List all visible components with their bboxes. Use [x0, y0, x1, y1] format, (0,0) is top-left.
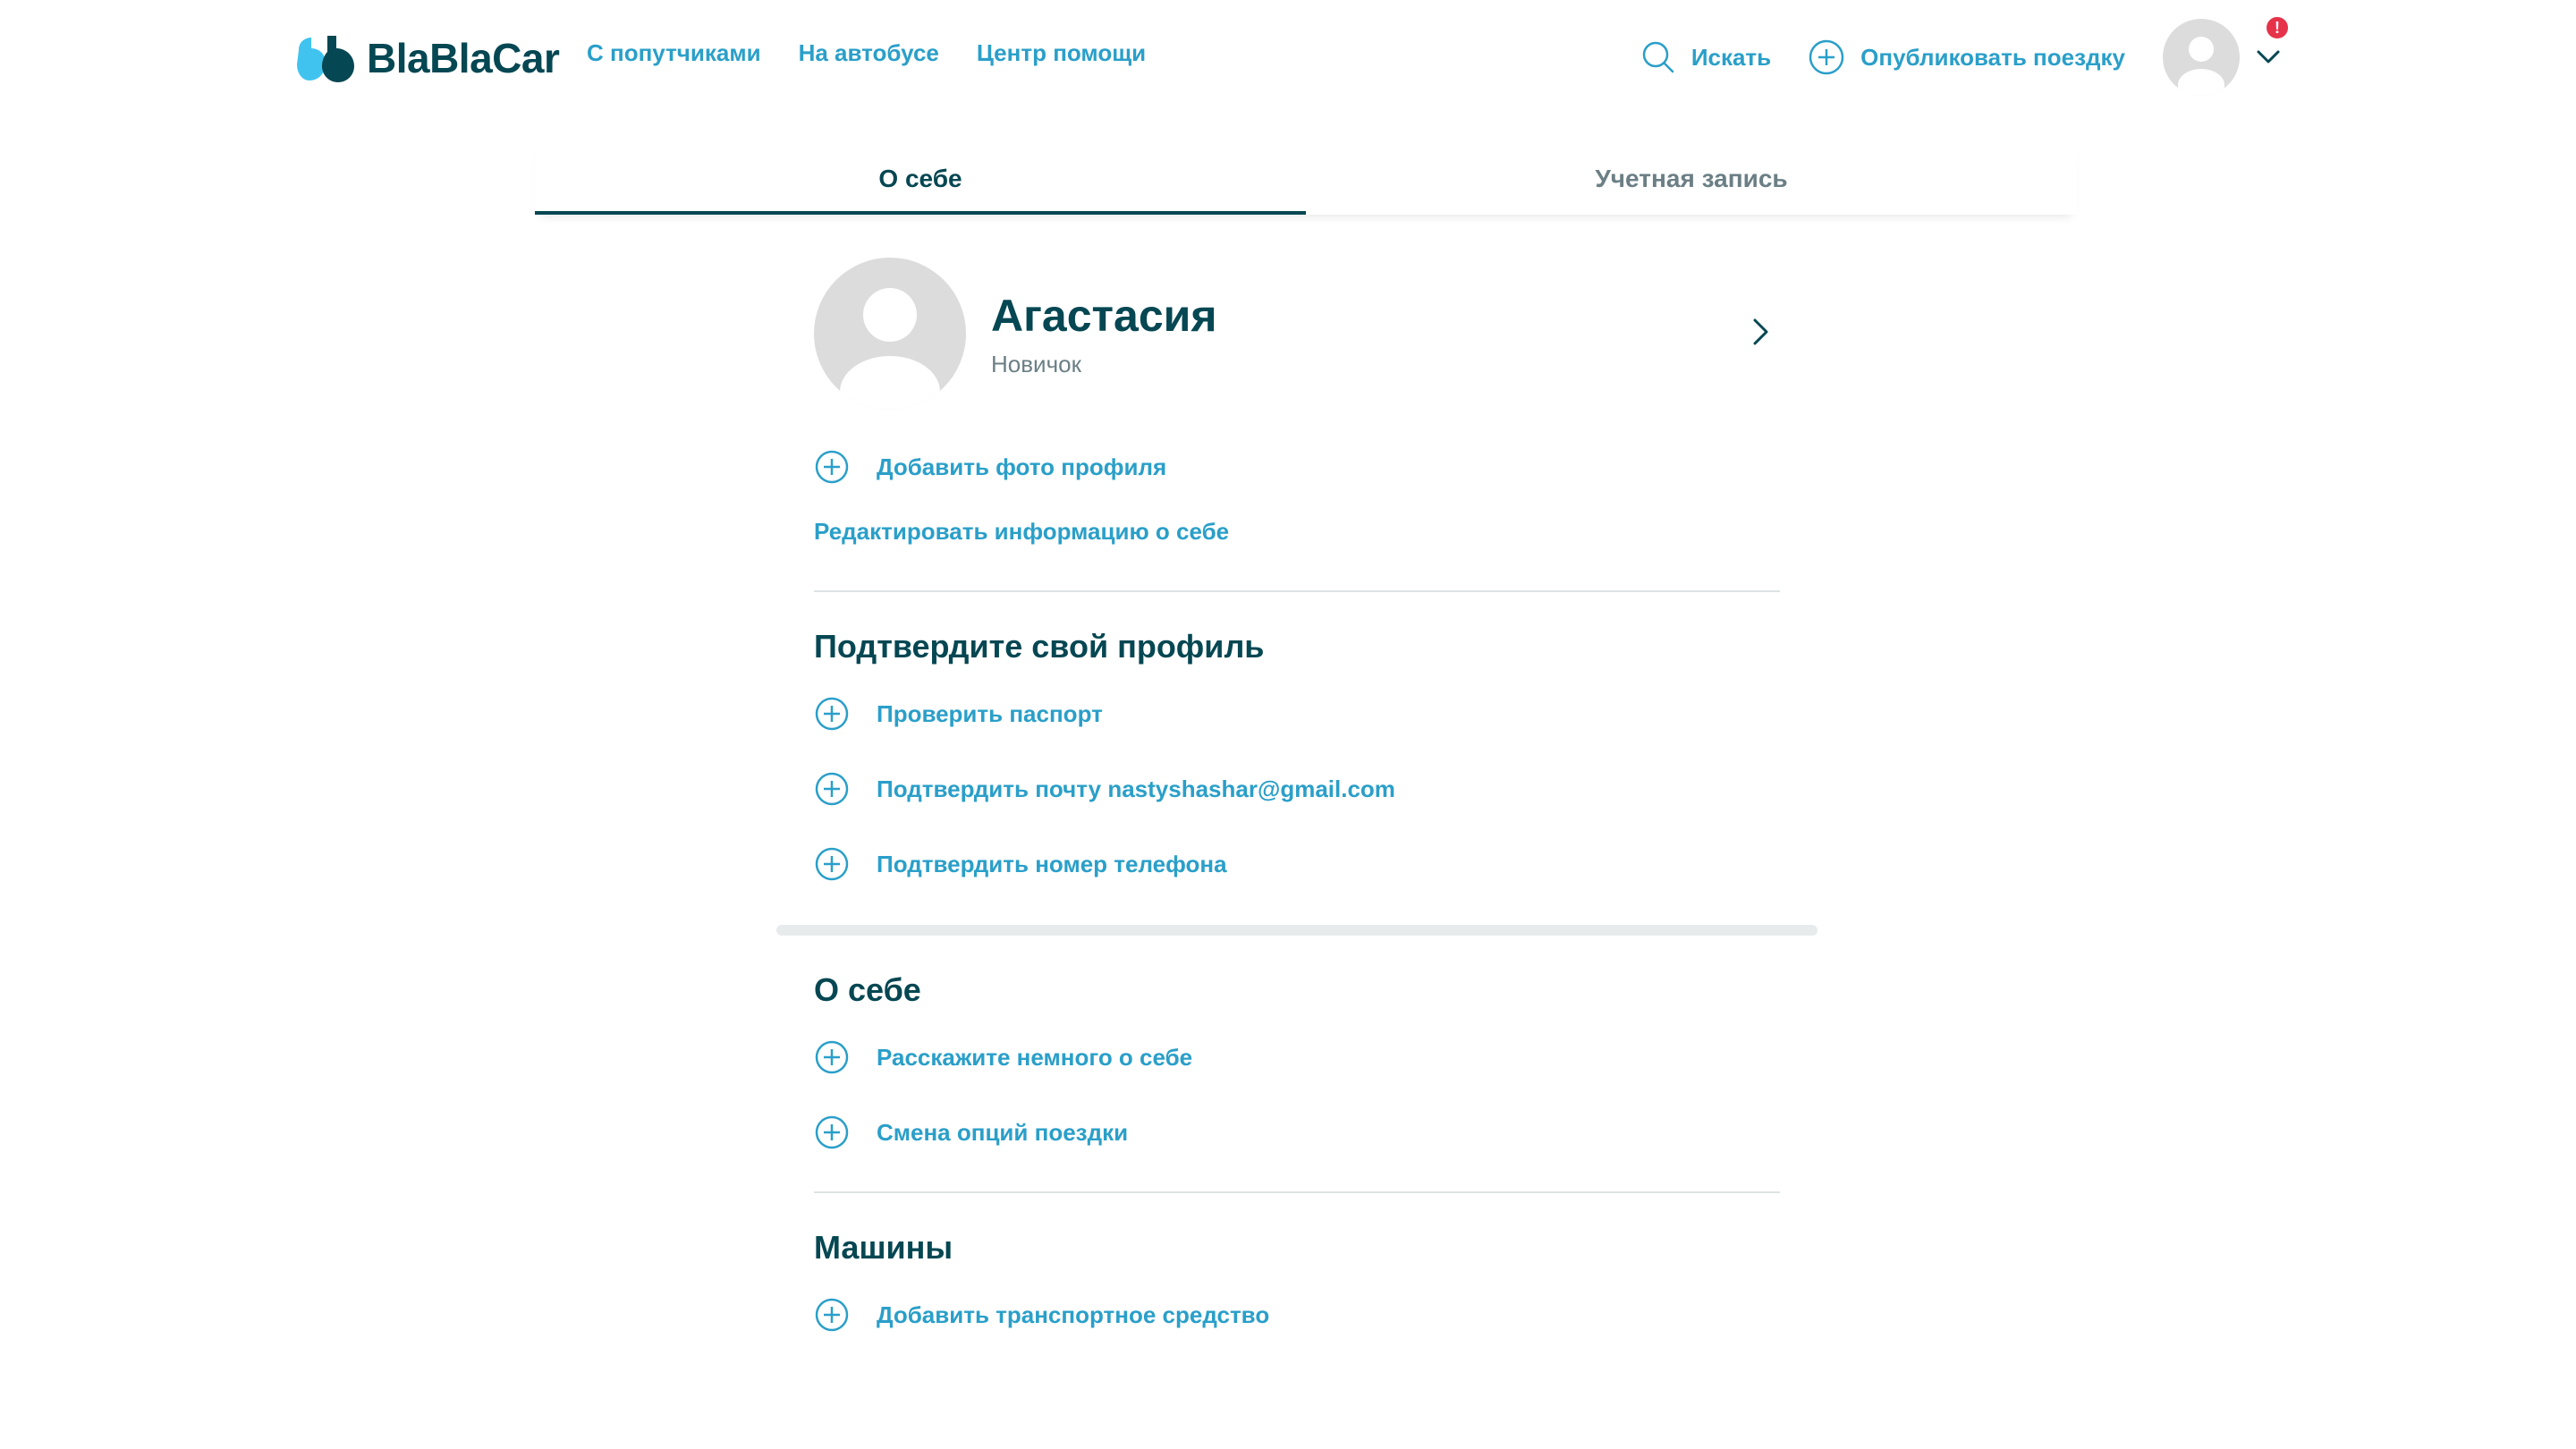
cars-title: Машины — [814, 1229, 953, 1266]
plus-circle-icon — [815, 1115, 849, 1149]
nav-bus[interactable]: На автобусе — [799, 39, 939, 67]
verify-passport-label: Проверить паспорт — [877, 699, 1103, 727]
verify-phone-label: Подтвердить номер телефона — [877, 850, 1227, 877]
profile-tabs: О себе Учетная запись — [535, 143, 2077, 215]
travel-preferences-label: Смена опций поездки — [877, 1118, 1129, 1146]
plus-circle-icon — [815, 1298, 849, 1332]
plus-circle-icon — [815, 847, 849, 881]
add-bio-label: Расскажите немного о себе — [877, 1043, 1193, 1071]
about-me-title: О себе — [814, 971, 921, 1008]
plus-circle-icon — [815, 772, 849, 806]
search-button[interactable]: Искать — [1641, 40, 1771, 74]
verify-email-label: Подтвердить почту nastyshashar@gmail.com — [877, 775, 1395, 802]
notification-badge: ! — [2265, 15, 2290, 40]
profile-summary[interactable]: Агастасия Новичок — [814, 258, 1780, 410]
tab-about-me[interactable]: О себе — [535, 143, 1306, 215]
plus-circle-icon — [815, 697, 849, 731]
search-icon — [1642, 41, 1674, 73]
add-profile-photo-label: Добавить фото профиля — [877, 453, 1167, 480]
user-silhouette-icon — [840, 288, 940, 410]
tab-account[interactable]: Учетная запись — [1306, 143, 2077, 215]
blablacar-logo[interactable]: BlaBlaCar — [295, 30, 560, 86]
verify-passport-link[interactable]: Проверить паспорт — [814, 676, 1780, 751]
travel-preferences-link[interactable]: Смена опций поездки — [814, 1095, 1780, 1170]
add-vehicle-label: Добавить транспортное средство — [877, 1301, 1270, 1328]
publish-ride-button[interactable]: Опубликовать поездку — [1809, 39, 2125, 75]
header-actions: Искать Опубликовать поездку ! — [1641, 15, 2290, 97]
avatar — [2163, 19, 2240, 96]
blablacar-logo-icon — [297, 36, 354, 82]
profile-name: Агастасия — [991, 290, 1217, 341]
plus-circle-icon — [1809, 39, 1844, 75]
add-profile-photo-link[interactable]: Добавить фото профиля — [814, 429, 1780, 504]
logo-text: BlaBlaCar — [367, 35, 560, 81]
nav-help-center[interactable]: Центр помощи — [977, 39, 1146, 67]
profile-avatar — [814, 258, 966, 410]
experience-level: Новичок — [991, 350, 1081, 377]
search-label: Искать — [1690, 43, 1772, 71]
user-silhouette-icon — [2178, 37, 2224, 96]
chevron-right-icon — [1753, 318, 1768, 345]
profile-content: Агастасия Новичок Добавить фото профиля … — [776, 258, 1818, 1352]
verify-phone-link[interactable]: Подтвердить номер телефона — [814, 826, 1780, 902]
main-nav: С попутчиками На автобусе Центр помощи — [587, 39, 1146, 67]
plus-circle-icon — [815, 1040, 849, 1074]
section-separator — [776, 925, 1818, 936]
publish-ride-label: Опубликовать поездку — [1860, 43, 2125, 71]
add-bio-link[interactable]: Расскажите немного о себе — [814, 1020, 1780, 1095]
nav-carpool[interactable]: С попутчиками — [587, 39, 761, 67]
verify-email-link[interactable]: Подтвердить почту nastyshashar@gmail.com — [814, 751, 1780, 826]
user-menu[interactable]: ! — [2163, 15, 2290, 96]
plus-circle-icon — [815, 450, 849, 484]
chevron-down-icon — [2257, 50, 2280, 64]
edit-profile-info-link[interactable]: Редактировать информацию о себе — [814, 504, 1780, 558]
add-vehicle-link[interactable]: Добавить транспортное средство — [814, 1277, 1780, 1352]
top-header: BlaBlaCar С попутчиками На автобусе Цент… — [0, 0, 2576, 116]
profile-name-block: Агастасия Новичок — [991, 290, 1217, 378]
verify-profile-title: Подтвердите свой профиль — [814, 628, 1265, 665]
